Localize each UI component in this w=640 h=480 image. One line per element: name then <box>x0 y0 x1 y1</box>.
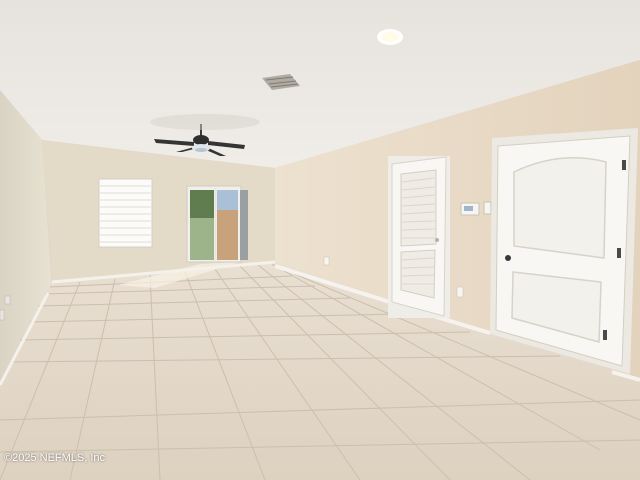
light-switch <box>483 201 492 215</box>
wall-outlet-right <box>456 286 464 298</box>
wall-outlet-left-2 <box>0 309 5 321</box>
wall-outlet-left <box>4 295 11 305</box>
door-side-panel <box>240 190 248 260</box>
louvered-closet-door <box>388 156 450 318</box>
photo-watermark: ©2025 NEFMLS, Inc <box>4 452 106 464</box>
paneled-door <box>490 128 638 374</box>
room-illustration <box>0 0 640 480</box>
fan-shadow <box>150 114 260 130</box>
recessed-light <box>377 29 403 45</box>
room-photo: ©2025 NEFMLS, Inc <box>0 0 640 480</box>
sliding-glass-door <box>186 185 242 263</box>
window-blinds <box>98 178 153 248</box>
wall-outlet-right-2 <box>323 256 330 266</box>
thermostat-screen <box>464 206 473 211</box>
